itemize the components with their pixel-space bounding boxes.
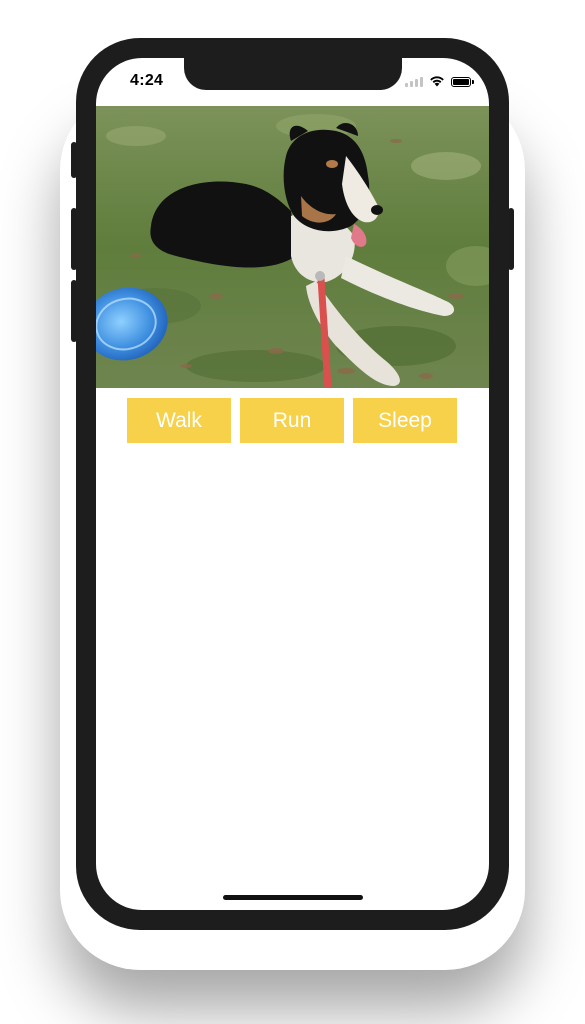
walk-button[interactable]: Walk — [127, 398, 231, 443]
cellular-signal-icon — [405, 76, 423, 87]
action-button-row: Walk Run Sleep — [127, 398, 457, 443]
status-icons — [405, 75, 474, 87]
dog-photo-graphic — [96, 106, 489, 388]
dog-photo — [96, 106, 489, 388]
run-button[interactable]: Run — [240, 398, 344, 443]
notch — [184, 58, 402, 90]
phone-screen: 4:24 Walk Run Sleep — [96, 58, 489, 910]
wifi-icon — [430, 76, 444, 87]
sleep-button[interactable]: Sleep — [353, 398, 457, 443]
battery-icon — [451, 77, 474, 87]
home-indicator[interactable] — [223, 895, 363, 900]
status-time: 4:24 — [130, 72, 164, 89]
phone-frame: 4:24 Walk Run Sleep — [76, 38, 509, 930]
device-mockup: 4:24 Walk Run Sleep — [0, 0, 585, 1024]
